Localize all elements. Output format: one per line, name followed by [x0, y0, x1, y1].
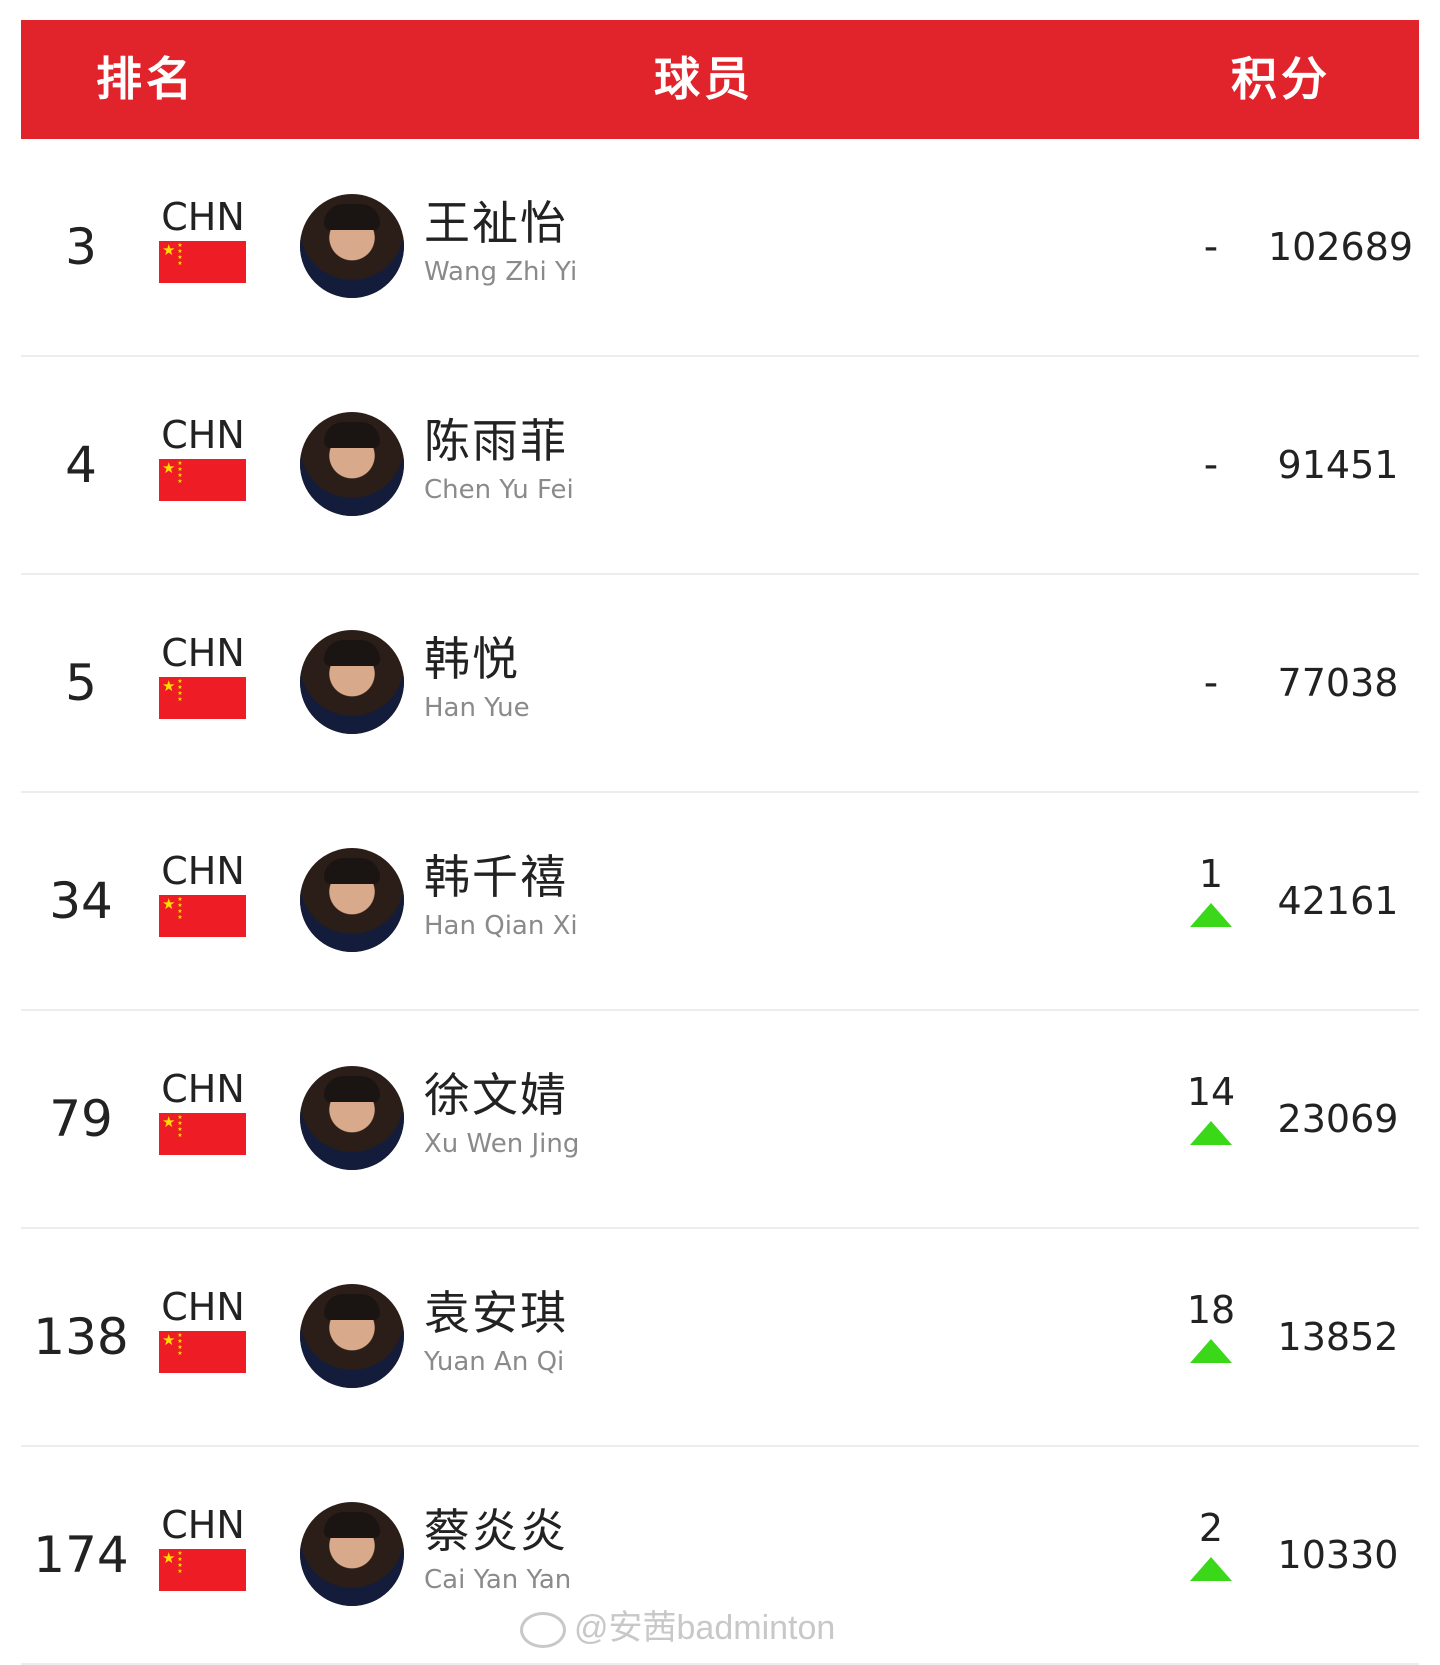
- up-arrow-icon: [1190, 1339, 1232, 1363]
- rank-change-value: -: [1203, 442, 1219, 488]
- country: CHN ★ ★ ★ ★ ★: [159, 1069, 247, 1155]
- player-avatar: [300, 1502, 404, 1606]
- player-name-cn: 陈雨菲: [424, 414, 568, 468]
- up-arrow-icon: [1190, 903, 1232, 927]
- points-value: 10330: [1277, 1533, 1399, 1577]
- ranking-list: 3 CHN ★ ★ ★ ★ ★ 王祉怡 Wang Zhi Yi - 102689 4 C…: [0, 139, 1440, 1665]
- player-column-header: 球员: [654, 52, 754, 106]
- country: CHN ★ ★ ★ ★ ★: [159, 1505, 247, 1591]
- player-name-en: Han Yue: [424, 693, 530, 723]
- points-value: 91451: [1277, 443, 1399, 487]
- rank-number: 174: [33, 1526, 129, 1584]
- rank-change-value: -: [1203, 660, 1219, 706]
- rank-number: 79: [49, 1090, 113, 1148]
- rank-change: -: [1161, 357, 1261, 573]
- rank-change: -: [1161, 575, 1261, 791]
- rank-number: 138: [33, 1308, 129, 1366]
- country-code: CHN: [161, 413, 245, 457]
- player-row[interactable]: 79 CHN ★ ★ ★ ★ ★ 徐文婧 Xu Wen Jing 14 23069: [21, 1011, 1419, 1229]
- player-row[interactable]: 5 CHN ★ ★ ★ ★ ★ 韩悦 Han Yue - 77038: [21, 575, 1419, 793]
- country-code: CHN: [161, 195, 245, 239]
- player-avatar: [300, 630, 404, 734]
- rank-number: 4: [65, 436, 97, 494]
- player-name-en: Wang Zhi Yi: [424, 257, 578, 287]
- ranking-header: 排名 球员 积分: [21, 20, 1419, 139]
- points-value: 77038: [1277, 661, 1399, 705]
- country: CHN ★ ★ ★ ★ ★: [159, 415, 247, 501]
- china-flag-icon: ★ ★ ★ ★ ★: [159, 1549, 246, 1591]
- country-code: CHN: [161, 631, 245, 675]
- up-arrow-icon: [1190, 1121, 1232, 1145]
- china-flag-icon: ★ ★ ★ ★ ★: [159, 459, 246, 501]
- country: CHN ★ ★ ★ ★ ★: [159, 1287, 247, 1373]
- china-flag-icon: ★ ★ ★ ★ ★: [159, 895, 246, 937]
- player-name-cn: 韩千禧: [424, 850, 568, 904]
- player-avatar: [300, 848, 404, 952]
- player-avatar: [300, 412, 404, 516]
- country: CHN ★ ★ ★ ★ ★: [159, 633, 247, 719]
- player-avatar: [300, 194, 404, 298]
- points-value: 42161: [1277, 879, 1399, 923]
- player-name-en: Han Qian Xi: [424, 911, 578, 941]
- player-avatar: [300, 1066, 404, 1170]
- rank-number: 34: [49, 872, 113, 930]
- watermark-text: @安茜badminton: [574, 1609, 836, 1647]
- country: CHN ★ ★ ★ ★ ★: [159, 197, 247, 283]
- points-value: 102689: [1268, 225, 1414, 269]
- player-name-en: Chen Yu Fei: [424, 475, 574, 505]
- player-name-cn: 韩悦: [424, 632, 520, 686]
- player-name-cn: 蔡炎炎: [424, 1504, 568, 1558]
- player-row[interactable]: 138 CHN ★ ★ ★ ★ ★ 袁安琪 Yuan An Qi 18 13852: [21, 1229, 1419, 1447]
- player-name-en: Yuan An Qi: [424, 1347, 565, 1377]
- rank-change-value: 1: [1198, 852, 1224, 896]
- player-row[interactable]: 4 CHN ★ ★ ★ ★ ★ 陈雨菲 Chen Yu Fei - 91451: [21, 357, 1419, 575]
- points-value: 13852: [1277, 1315, 1399, 1359]
- rank-change: -: [1161, 139, 1261, 355]
- country-code: CHN: [161, 1285, 245, 1329]
- player-name-cn: 王祉怡: [424, 196, 568, 250]
- player-avatar: [300, 1284, 404, 1388]
- rank-number: 3: [65, 218, 97, 276]
- china-flag-icon: ★ ★ ★ ★ ★: [159, 241, 246, 283]
- rank-number: 5: [65, 654, 97, 712]
- up-arrow-icon: [1190, 1557, 1232, 1581]
- player-row[interactable]: 34 CHN ★ ★ ★ ★ ★ 韩千禧 Han Qian Xi 1 42161: [21, 793, 1419, 1011]
- points-column-header: 积分: [1231, 52, 1331, 106]
- weibo-watermark: @安茜badminton: [520, 1600, 835, 1649]
- rank-change-value: 2: [1198, 1506, 1224, 1550]
- rank-change-value: 18: [1186, 1288, 1236, 1332]
- player-name-cn: 徐文婧: [424, 1068, 568, 1122]
- country: CHN ★ ★ ★ ★ ★: [159, 851, 247, 937]
- rank-change: 2: [1161, 1447, 1261, 1663]
- rank-change: 14: [1161, 1011, 1261, 1227]
- rank-change: 18: [1161, 1229, 1261, 1445]
- rank-change: 1: [1161, 793, 1261, 1009]
- player-name-cn: 袁安琪: [424, 1286, 568, 1340]
- country-code: CHN: [161, 1067, 245, 1111]
- country-code: CHN: [161, 849, 245, 893]
- china-flag-icon: ★ ★ ★ ★ ★: [159, 1331, 246, 1373]
- rank-column-header: 排名: [96, 52, 196, 106]
- china-flag-icon: ★ ★ ★ ★ ★: [159, 1113, 246, 1155]
- points-value: 23069: [1277, 1097, 1399, 1141]
- china-flag-icon: ★ ★ ★ ★ ★: [159, 677, 246, 719]
- player-name-en: Xu Wen Jing: [424, 1129, 580, 1159]
- rank-change-value: 14: [1186, 1070, 1236, 1114]
- weibo-icon: [520, 1612, 566, 1649]
- country-code: CHN: [161, 1503, 245, 1547]
- player-name-en: Cai Yan Yan: [424, 1565, 572, 1595]
- player-row[interactable]: 3 CHN ★ ★ ★ ★ ★ 王祉怡 Wang Zhi Yi - 102689: [21, 139, 1419, 357]
- rank-change-value: -: [1203, 224, 1219, 270]
